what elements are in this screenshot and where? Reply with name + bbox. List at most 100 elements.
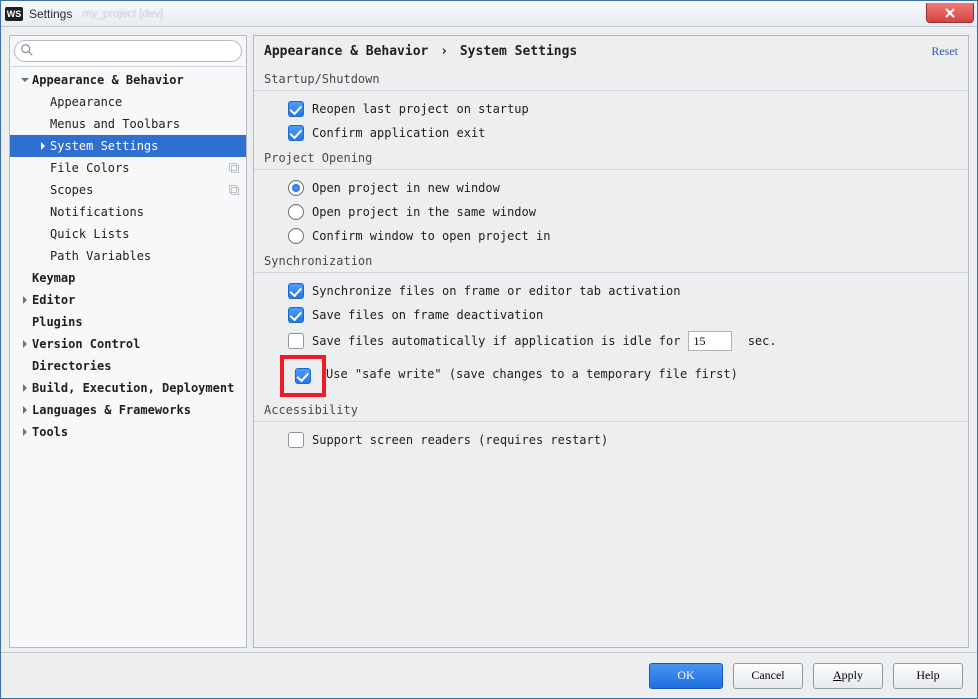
checkbox-icon[interactable] (288, 125, 304, 141)
tree-node[interactable]: Notifications (10, 201, 246, 223)
confirm-exit-row[interactable]: Confirm application exit (254, 121, 968, 145)
checkbox-label: Support screen readers (requires restart… (312, 433, 608, 447)
tree-node[interactable]: Version Control (10, 333, 246, 355)
tree-node[interactable]: Path Variables (10, 245, 246, 267)
chevron-right-icon (38, 119, 48, 129)
save-on-deactivation-row[interactable]: Save files on frame deactivation (254, 303, 968, 327)
tree-node-label: Editor (32, 293, 75, 307)
tree-node-label: Appearance & Behavior (32, 73, 184, 87)
chevron-right-icon (20, 273, 30, 283)
settings-search-input[interactable] (14, 40, 242, 62)
checkbox-icon[interactable] (288, 101, 304, 117)
reset-link[interactable]: Reset (931, 44, 958, 59)
tree-node-label: Notifications (50, 205, 144, 219)
confirm-window-row[interactable]: Confirm window to open project in (254, 224, 968, 248)
unit-label: sec. (740, 334, 776, 348)
dialog-footer: OK Cancel Apply Help (1, 652, 977, 698)
checkbox-icon[interactable] (288, 432, 304, 448)
radio-label: Confirm window to open project in (312, 229, 550, 243)
tree-node[interactable]: System Settings (10, 135, 246, 157)
chevron-right-icon (38, 163, 48, 173)
per-project-icon (228, 184, 240, 196)
divider (254, 169, 968, 170)
radio-icon[interactable] (288, 204, 304, 220)
open-new-window-row[interactable]: Open project in new window (254, 176, 968, 200)
checkbox-label: Confirm application exit (312, 126, 485, 140)
tree-node-label: Path Variables (50, 249, 151, 263)
tree-node[interactable]: Keymap (10, 267, 246, 289)
safe-write-row[interactable]: Use "safe write" (save changes to a temp… (254, 355, 968, 397)
cancel-button[interactable]: Cancel (733, 663, 803, 689)
autosave-seconds-input[interactable] (688, 331, 732, 351)
autosave-idle-row[interactable]: Save files automatically if application … (254, 327, 968, 355)
checkbox-icon[interactable] (288, 307, 304, 323)
apply-button[interactable]: Apply (813, 663, 883, 689)
checkbox-icon[interactable] (288, 333, 304, 349)
tree-node[interactable]: Appearance (10, 91, 246, 113)
chevron-right-icon (38, 141, 48, 151)
window-close-button[interactable] (926, 3, 974, 23)
chevron-right-icon (38, 97, 48, 107)
tree-node[interactable]: Tools (10, 421, 246, 443)
checkbox-label: Use "safe write" (save changes to a temp… (326, 367, 738, 381)
tree-node[interactable]: Plugins (10, 311, 246, 333)
app-logo-icon: WS (5, 7, 23, 21)
tree-node[interactable]: Appearance & Behavior (10, 69, 246, 91)
tree-node-label: Scopes (50, 183, 93, 197)
tree-node-label: Plugins (32, 315, 83, 329)
tree-node[interactable]: Quick Lists (10, 223, 246, 245)
chevron-right-icon (20, 383, 30, 393)
tree-node-label: Appearance (50, 95, 122, 109)
breadcrumb-part: Appearance & Behavior (264, 44, 428, 59)
radio-icon[interactable] (288, 228, 304, 244)
tree-node[interactable]: Editor (10, 289, 246, 311)
tree-node-label: Quick Lists (50, 227, 129, 241)
tree-node-label: Menus and Toolbars (50, 117, 180, 131)
help-button[interactable]: Help (893, 663, 963, 689)
tree-node[interactable]: File Colors (10, 157, 246, 179)
breadcrumb-part: System Settings (460, 44, 577, 59)
chevron-right-icon (38, 251, 48, 261)
tree-node[interactable]: Languages & Frameworks (10, 399, 246, 421)
tree-node[interactable]: Directories (10, 355, 246, 377)
settings-tree[interactable]: Appearance & Behavior Appearance Menus and… (10, 67, 246, 647)
divider (254, 272, 968, 273)
settings-content: Appearance & Behavior › System Settings … (253, 35, 969, 648)
chevron-right-icon (38, 207, 48, 217)
checkbox-label: Synchronize files on frame or editor tab… (312, 284, 680, 298)
per-project-icon (228, 162, 240, 174)
titlebar: WS Settings my_project [dev] (1, 1, 977, 27)
window-title: Settings (29, 7, 72, 21)
checkbox-icon[interactable] (288, 283, 304, 299)
section-title-opening: Project Opening (254, 145, 968, 167)
tree-node-label: Keymap (32, 271, 75, 285)
tree-node-label: Version Control (32, 337, 140, 351)
divider (254, 90, 968, 91)
open-same-window-row[interactable]: Open project in the same window (254, 200, 968, 224)
chevron-right-icon (20, 339, 30, 349)
tree-node[interactable]: Scopes (10, 179, 246, 201)
tree-node-label: File Colors (50, 161, 129, 175)
ok-button[interactable]: OK (649, 663, 723, 689)
reopen-last-project-row[interactable]: Reopen last project on startup (254, 97, 968, 121)
screen-readers-row[interactable]: Support screen readers (requires restart… (254, 428, 968, 452)
section-title-sync: Synchronization (254, 248, 968, 270)
radio-icon[interactable] (288, 180, 304, 196)
chevron-right-icon (38, 229, 48, 239)
search-icon (20, 43, 34, 57)
radio-label: Open project in the same window (312, 205, 536, 219)
chevron-right-icon (20, 427, 30, 437)
settings-search (14, 40, 242, 62)
tree-node[interactable]: Build, Execution, Deployment (10, 377, 246, 399)
chevron-right-icon (20, 317, 30, 327)
section-title-startup: Startup/Shutdown (254, 66, 968, 88)
close-icon (945, 8, 955, 18)
settings-sidebar: Appearance & Behavior Appearance Menus and… (9, 35, 247, 648)
tree-node[interactable]: Menus and Toolbars (10, 113, 246, 135)
breadcrumb: Appearance & Behavior › System Settings (264, 44, 931, 59)
chevron-right-icon (38, 185, 48, 195)
chevron-down-icon (20, 75, 30, 85)
sync-on-frame-row[interactable]: Synchronize files on frame or editor tab… (254, 279, 968, 303)
checkbox-icon[interactable] (295, 368, 311, 384)
apply-rest: pply (842, 668, 863, 682)
